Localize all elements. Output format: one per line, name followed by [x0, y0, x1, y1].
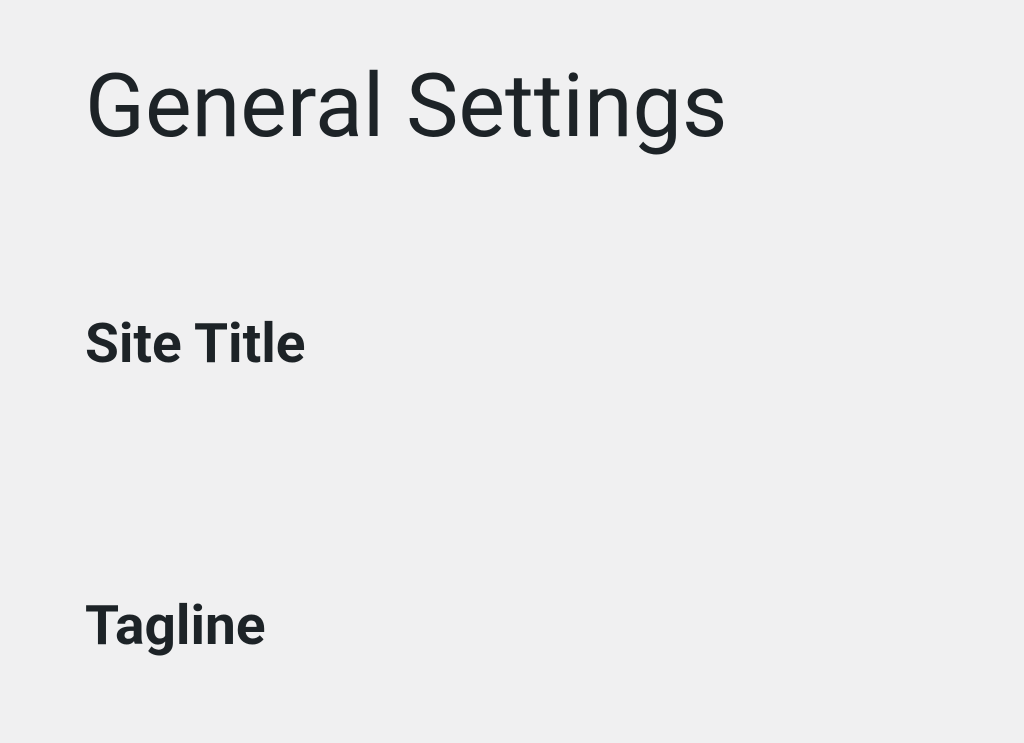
site-title-label: Site Title	[85, 312, 305, 376]
page-title: General Settings	[85, 50, 1024, 164]
tagline-row: Tagline	[85, 591, 1024, 663]
tagline-label: Tagline	[85, 594, 266, 658]
site-title-row: Site Title	[85, 309, 1024, 381]
